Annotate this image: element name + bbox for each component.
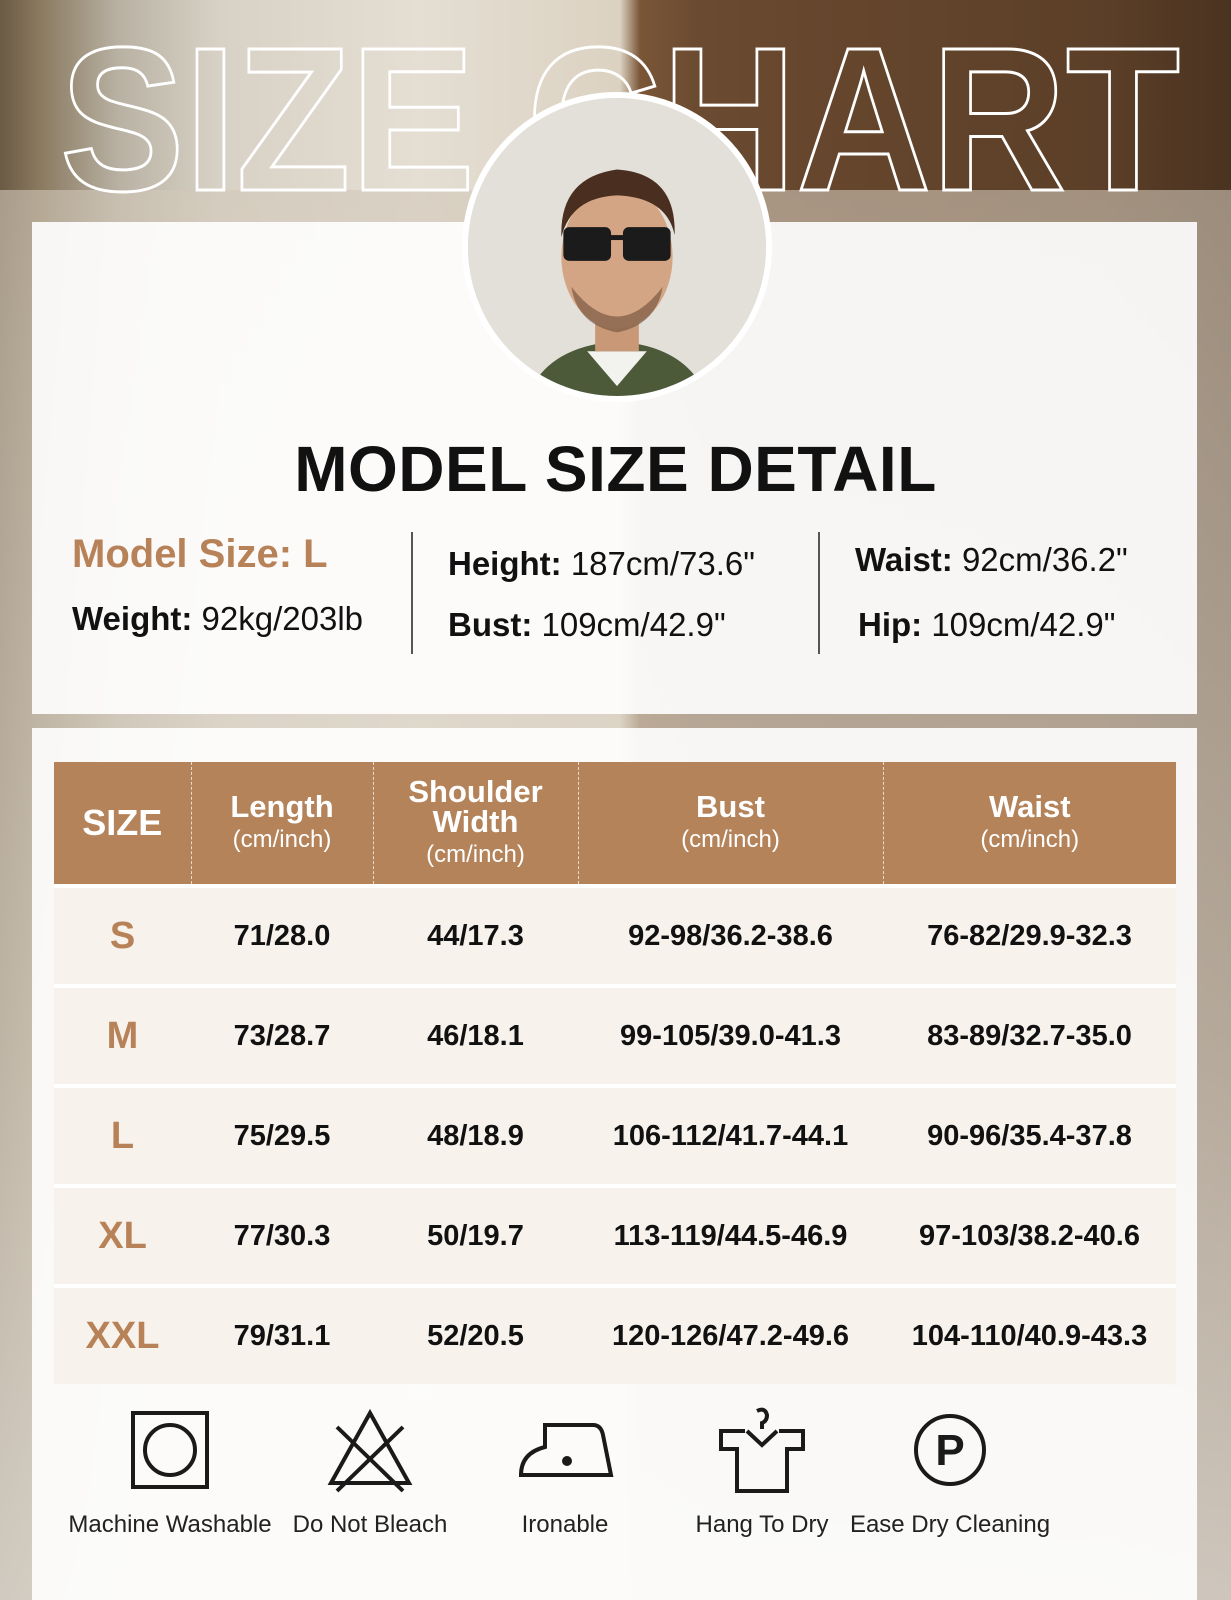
header-sub: (cm/inch) [232,826,332,853]
shoulder-cell: 52/20.5 [373,1284,578,1384]
waist-field: Waist: 92cm/36.2" [855,541,1128,579]
shoulder-cell: 50/19.7 [373,1184,578,1286]
no-bleach-icon [327,1408,413,1493]
dry-clean-icon: P [914,1414,986,1486]
care-item-machine-wash: Machine Washable [60,1405,280,1539]
size-chart-page: SIZE CHART MODEL SIZE DETAIL Model Size:… [0,0,1231,1600]
length-cell: 79/31.1 [191,1284,373,1384]
size-cell: S [54,884,191,986]
care-item-dry-clean: P Ease Dry Cleaning [840,1405,1060,1539]
waist-cell: 83-89/32.7-35.0 [883,984,1176,1086]
header-sub: (cm/inch) [681,826,780,853]
care-instructions: Machine Washable Do Not Bleach Ironable [60,1405,1170,1565]
bust-value: 109cm/42.9" [541,606,726,643]
header-bust: Bust (cm/inch) [577,762,883,886]
size-cell: M [54,984,191,1086]
bust-cell: 99-105/39.0-41.3 [578,984,883,1086]
header-waist: Waist (cm/inch) [882,762,1176,886]
hip-key: Hip: [858,606,923,643]
waist-cell: 76-82/29.9-32.3 [883,884,1176,986]
care-item-iron: Ironable [455,1405,675,1539]
table-row: XXL 79/31.1 52/20.5 120-126/47.2-49.6 10… [54,1284,1176,1384]
care-label: Do Not Bleach [292,1511,448,1538]
hip-value: 109cm/42.9" [931,606,1116,643]
shoulder-cell: 46/18.1 [373,984,578,1086]
header-sub: (cm/inch) [426,841,525,868]
size-cell: L [54,1084,191,1186]
header-size: SIZE [54,762,191,886]
bust-field: Bust: 109cm/42.9" [448,606,726,644]
model-size-label: Model Size: L [72,532,328,577]
size-cell: XXL [54,1284,191,1384]
table-row: M 73/28.7 46/18.1 99-105/39.0-41.3 83-89… [54,984,1176,1086]
header-shoulder-width: Shoulder Width (cm/inch) [372,762,578,886]
shoulder-cell: 44/17.3 [373,884,578,986]
length-cell: 73/28.7 [191,984,373,1086]
model-size-text: Model Size: L [72,532,328,576]
machine-wash-icon [131,1411,209,1489]
header-main: SIZE [82,802,163,843]
header-main: Waist [988,789,1071,824]
table-row: S 71/28.0 44/17.3 92-98/36.2-38.6 76-82/… [54,884,1176,986]
hip-field: Hip: 109cm/42.9" [858,606,1116,644]
bust-cell: 113-119/44.5-46.9 [578,1184,883,1286]
svg-text:P: P [935,1426,964,1475]
bust-cell: 92-98/36.2-38.6 [578,884,883,986]
waist-cell: 104-110/40.9-43.3 [883,1284,1176,1384]
length-cell: 71/28.0 [191,884,373,986]
care-label: Ease Dry Cleaning [849,1511,1051,1538]
waist-cell: 90-96/35.4-37.8 [883,1084,1176,1186]
header-length: Length (cm/inch) [190,762,373,886]
iron-icon [518,1423,614,1477]
header-main: Bust [696,789,765,824]
length-cell: 75/29.5 [191,1084,373,1186]
model-heading-text: MODEL SIZE DETAIL [294,433,937,505]
model-avatar [462,92,772,402]
table-row: L 75/29.5 48/18.9 106-112/41.7-44.1 90-9… [54,1084,1176,1186]
size-table: SIZE Length (cm/inch) Shoulder Width (cm/i… [54,762,1176,1384]
weight-value: 92kg/203lb [201,600,364,637]
height-value: 187cm/73.6" [570,545,755,582]
bust-key: Bust: [448,606,533,643]
shoulder-cell: 48/18.9 [373,1084,578,1186]
height-key: Height: [448,545,562,582]
care-label: Machine Washable [68,1511,272,1538]
care-item-hang-dry: Hang To Dry [652,1405,872,1539]
model-size-heading: MODEL SIZE DETAIL [0,432,1231,506]
length-cell: 77/30.3 [191,1184,373,1286]
header-main: Length [230,789,334,824]
bust-cell: 106-112/41.7-44.1 [578,1084,883,1186]
waist-value: 92cm/36.2" [961,541,1128,578]
weight-field: Weight: 92kg/203lb [72,600,363,638]
header-sub: (cm/inch) [980,826,1080,853]
weight-key: Weight: [72,600,193,637]
divider [818,532,820,654]
care-item-no-bleach: Do Not Bleach [260,1405,480,1539]
waist-cell: 97-103/38.2-40.6 [883,1184,1176,1286]
care-label: Ironable [521,1511,609,1538]
divider [411,532,413,654]
height-field: Height: 187cm/73.6" [448,545,755,583]
header-main: Shoulder Width [408,774,543,839]
hang-dry-icon [719,1407,805,1493]
waist-key: Waist: [855,541,953,578]
table-row: XL 77/30.3 50/19.7 113-119/44.5-46.9 97-… [54,1184,1176,1286]
bust-cell: 120-126/47.2-49.6 [578,1284,883,1384]
table-header-row: SIZE Length (cm/inch) Shoulder Width (cm/i… [54,762,1176,886]
size-cell: XL [54,1184,191,1286]
care-label: Hang To Dry [695,1511,829,1538]
